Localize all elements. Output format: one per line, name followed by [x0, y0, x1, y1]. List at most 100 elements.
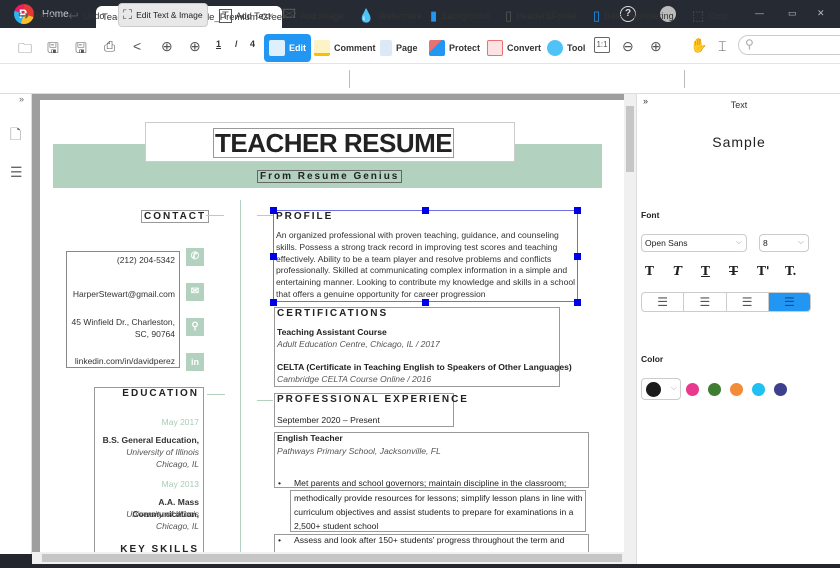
previous-page-icon[interactable]: ⊕ — [161, 38, 173, 55]
resume-subtitle[interactable]: From Resume Genius — [257, 170, 403, 183]
edit-text-image-button[interactable]: ⛶ Edit Text & Image — [118, 3, 208, 27]
tab-edit[interactable]: Edit — [264, 34, 311, 62]
maximize-button[interactable]: ▭ — [788, 8, 797, 19]
align-right-icon[interactable]: ☰ — [727, 293, 769, 311]
education-school[interactable]: University of Illinois — [126, 446, 199, 458]
education-city[interactable]: Chicago, IL — [156, 458, 199, 470]
outline-icon[interactable]: ☰ — [10, 164, 23, 181]
tab-convert[interactable]: Convert — [482, 34, 546, 62]
actual-size-icon[interactable]: 1:1 — [594, 37, 610, 53]
experience-date[interactable]: September 2020 – Present — [277, 415, 380, 425]
strikethrough-icon[interactable]: T — [729, 264, 738, 278]
resize-handle[interactable] — [574, 299, 581, 306]
cert-name[interactable]: Teaching Assistant Course — [277, 327, 387, 337]
linkedin-text[interactable]: linkedin.com/in/davidperez — [75, 355, 175, 367]
resize-handle[interactable] — [270, 299, 277, 306]
add-text-button[interactable]: T Add Text — [219, 7, 271, 25]
edit-text-image-label: Edit Text & Image — [136, 10, 203, 20]
cert-detail[interactable]: Cambridge CELTA Course Online / 2016 — [277, 374, 431, 384]
thumbnails-icon[interactable]: 🗋 — [10, 124, 21, 148]
align-left-icon[interactable]: ☰ — [642, 293, 685, 311]
address-line-2[interactable]: SC, 90764 — [135, 328, 175, 340]
add-image-button[interactable]: 🖾 Add Image — [282, 6, 344, 25]
superscript-icon[interactable]: T' — [757, 264, 770, 278]
select-text-icon[interactable]: ⌶ — [718, 38, 726, 55]
bates-numbering-button[interactable]: ▯ Bates Numbering — [593, 7, 674, 25]
undo-button[interactable]: ↩ Undo — [68, 7, 104, 25]
print-icon[interactable]: ⎙ — [104, 38, 115, 55]
hand-tool-icon[interactable]: ✋ — [690, 37, 707, 54]
scroll-thumb[interactable] — [42, 554, 622, 562]
contact-heading[interactable]: CONTACT — [141, 210, 210, 223]
vertical-scrollbar[interactable] — [624, 94, 636, 554]
resize-handle[interactable] — [270, 207, 277, 214]
edit-icon — [269, 40, 285, 56]
crop-button[interactable]: ⬚ Crop — [692, 7, 728, 25]
color-swatch-indigo[interactable] — [774, 383, 787, 396]
share-icon[interactable]: < — [133, 38, 141, 54]
horizontal-scrollbar[interactable] — [32, 552, 636, 564]
font-family-select[interactable]: Open Sans ⌵ — [641, 234, 747, 252]
next-page-icon[interactable]: ⊕ — [189, 38, 201, 55]
header-footer-button[interactable]: ▯ Header&Footer — [505, 7, 578, 25]
education-school[interactable]: University of Illinois — [126, 508, 199, 520]
underline-icon[interactable]: T — [701, 264, 710, 278]
job-title[interactable]: English Teacher — [277, 433, 343, 443]
education-heading[interactable]: EDUCATION — [122, 388, 199, 400]
bullet-text[interactable]: Met parents and school governors; mainta… — [294, 478, 566, 488]
color-picker[interactable]: ⌵ — [641, 378, 681, 400]
search-input[interactable]: ⚲ — [738, 35, 840, 55]
close-window-button[interactable]: ✕ — [817, 8, 825, 19]
open-folder-icon[interactable]: 🗀 — [18, 38, 32, 62]
tab-comment[interactable]: Comment — [309, 34, 381, 62]
education-date[interactable]: May 2013 — [162, 478, 199, 490]
color-swatch-pink[interactable] — [686, 383, 699, 396]
scroll-thumb[interactable] — [626, 106, 634, 172]
background-button[interactable]: ▮ Background — [430, 7, 489, 25]
resize-handle[interactable] — [422, 299, 429, 306]
resize-handle[interactable] — [422, 207, 429, 214]
watermark-button[interactable]: 💧 Watermark — [358, 7, 422, 25]
subscript-icon[interactable]: T. — [785, 264, 797, 278]
font-size-select[interactable]: 8 ⌵ — [759, 234, 809, 252]
save-as-icon[interactable]: 🖫 — [75, 38, 87, 62]
redo-button[interactable]: ↪ Redo — [18, 7, 54, 25]
resize-handle[interactable] — [270, 253, 277, 260]
color-swatch-green[interactable] — [708, 383, 721, 396]
bold-icon[interactable]: T — [645, 264, 654, 278]
bullet-text[interactable]: methodically provide resources for lesso… — [294, 491, 584, 533]
save-icon[interactable]: 🖫 — [47, 38, 59, 62]
tab-protect[interactable]: Protect — [424, 34, 485, 62]
education-city[interactable]: Chicago, IL — [156, 520, 199, 532]
experience-heading[interactable]: PROFESSIONAL EXPERIENCE — [277, 394, 469, 405]
resume-title[interactable]: TEACHER RESUME — [213, 128, 455, 158]
color-swatch-orange[interactable] — [730, 383, 743, 396]
align-justify-icon[interactable]: ☰ — [768, 293, 810, 311]
zoom-in-icon[interactable]: ⊕ — [650, 38, 662, 55]
education-degree[interactable]: B.S. General Education, — [103, 434, 199, 446]
add-image-icon: 🖾 — [282, 6, 297, 21]
cert-name[interactable]: CELTA (Certificate in Teaching English t… — [277, 362, 572, 372]
color-swatch-cyan[interactable] — [752, 383, 765, 396]
job-place[interactable]: Pathways Primary School, Jacksonville, F… — [277, 446, 441, 456]
cert-detail[interactable]: Adult Education Centre, Chicago, IL / 20… — [277, 339, 440, 349]
minimize-button[interactable]: — — [755, 8, 764, 18]
document-canvas[interactable]: TEACHER RESUME From Resume Genius CONTAC… — [32, 94, 636, 554]
zoom-out-icon[interactable]: ⊖ — [622, 38, 634, 55]
tab-page[interactable]: Page — [375, 34, 423, 62]
tab-tool[interactable]: Tool — [542, 34, 590, 62]
font-preview: Sample — [712, 134, 766, 150]
certifications-heading[interactable]: CERTIFICATIONS — [277, 308, 388, 319]
resize-handle[interactable] — [574, 207, 581, 214]
current-page-input[interactable]: 1 — [216, 39, 221, 49]
align-center-icon[interactable]: ☰ — [684, 293, 727, 311]
expand-sidebar-icon[interactable]: » — [19, 94, 24, 104]
italic-icon[interactable]: T — [673, 264, 682, 278]
bullet-text[interactable]: Assess and look after 150+ students' pro… — [294, 535, 564, 545]
text-selection-box[interactable] — [273, 210, 578, 302]
address-line-1[interactable]: 45 Winfield Dr., Charleston, — [72, 316, 175, 328]
resize-handle[interactable] — [574, 253, 581, 260]
phone-text[interactable]: (212) 204-5342 — [117, 254, 175, 266]
email-text[interactable]: HarperStewart@gmail.com — [73, 288, 175, 300]
education-date[interactable]: May 2017 — [162, 416, 199, 428]
